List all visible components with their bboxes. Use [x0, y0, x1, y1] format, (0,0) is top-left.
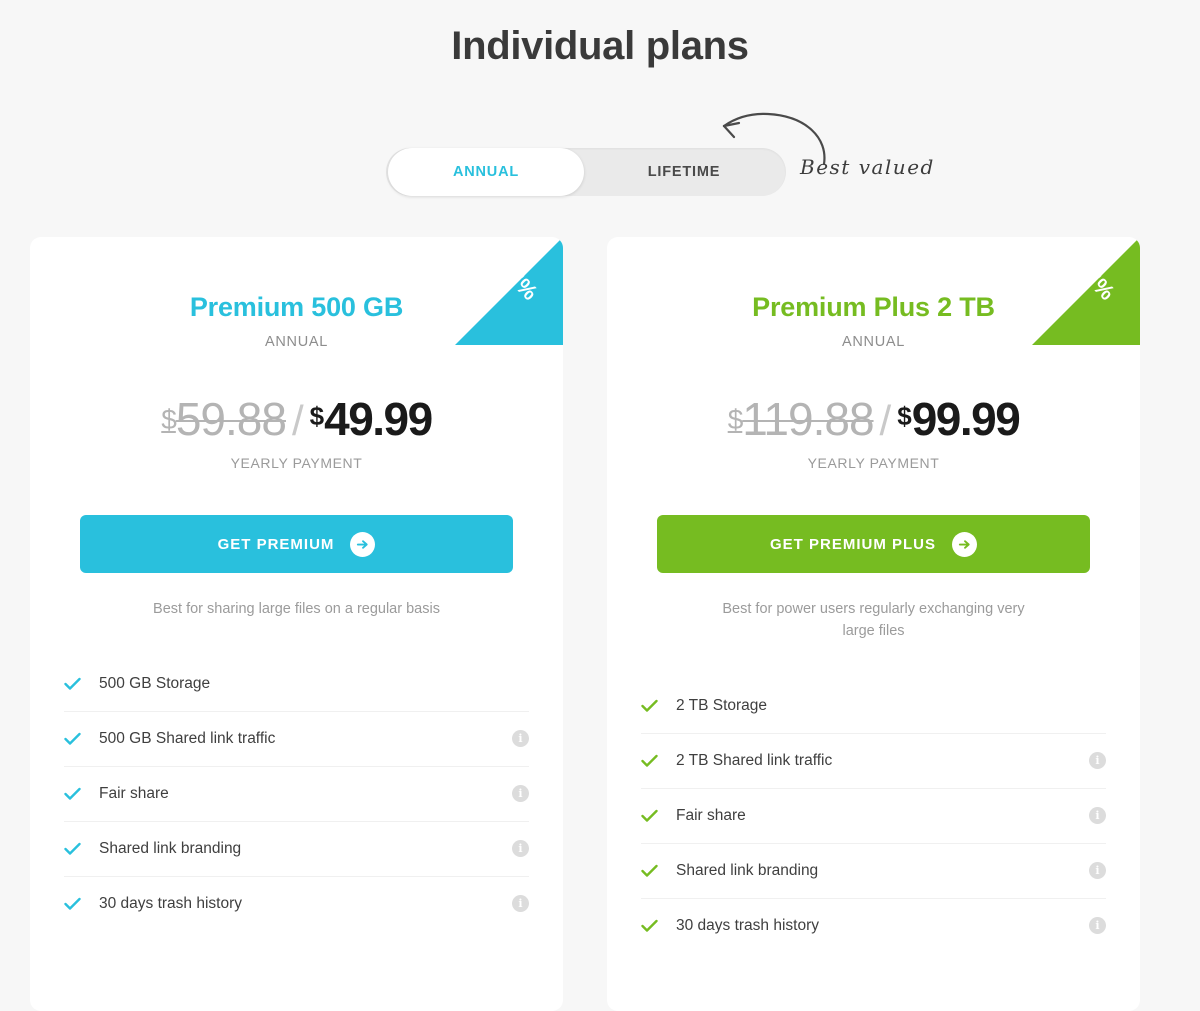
price-row: $59.88/$49.99 [30, 396, 563, 442]
price-row: $119.88/$99.99 [607, 396, 1140, 442]
page-title: Individual plans [451, 24, 749, 68]
price-current: $99.99 [897, 393, 1021, 445]
price-caption: YEARLY PAYMENT [807, 455, 940, 471]
toggle-option-lifetime[interactable]: LIFETIME [584, 148, 784, 196]
feature-label: Shared link branding [676, 861, 819, 879]
price-current: $49.99 [309, 393, 434, 445]
cta-label: GET PREMIUM PLUS [769, 535, 936, 553]
currency-symbol-original: $ [727, 404, 744, 435]
price-original: $119.88 [727, 393, 875, 445]
feature-label: Shared link branding [99, 839, 242, 857]
price-original-value: 119.88 [742, 393, 874, 445]
get-premium-plus-button[interactable]: GET PREMIUM PLUS [657, 515, 1090, 573]
feature-label: 30 days trash history [676, 916, 820, 934]
billing-period-toggle[interactable]: ANNUAL LIFETIME [386, 148, 786, 196]
best-valued-annotation: Best valued [800, 155, 935, 179]
price-current-value: 49.99 [324, 393, 433, 445]
check-icon [64, 732, 90, 746]
feature-item: 2 TB Storage i [641, 679, 1106, 733]
feature-item: Fair share i [64, 765, 529, 821]
plan-card-premium-plus: -17% Premium Plus 2 TB ANNUAL $119.88/$9… [607, 237, 1140, 1011]
feature-item: Fair share i [641, 787, 1106, 843]
feature-label: 2 TB Shared link traffic [676, 751, 833, 769]
cta-label: GET PREMIUM [217, 535, 335, 553]
price-caption: YEARLY PAYMENT [230, 455, 363, 471]
info-icon[interactable]: i [1089, 917, 1106, 934]
info-icon[interactable]: i [1089, 752, 1106, 769]
feature-label: 30 days trash history [99, 894, 243, 912]
info-icon[interactable]: i [1089, 807, 1106, 824]
check-icon [641, 699, 667, 713]
plan-blurb: Best for sharing large files on a regula… [153, 601, 440, 617]
currency-symbol-current: $ [309, 401, 325, 431]
feature-item: 500 GB Storage i [64, 657, 529, 711]
discount-ribbon: -17% [455, 237, 563, 345]
check-icon [64, 897, 90, 911]
plan-card-premium: -17% Premium 500 GB ANNUAL $59.88/$49.99… [30, 237, 563, 1011]
feature-item: 30 days trash history i [641, 897, 1106, 953]
price-current-value: 99.99 [911, 393, 1021, 445]
feature-label: Fair share [99, 784, 169, 802]
feature-item: Shared link branding i [64, 820, 529, 876]
feature-label: Fair share [676, 806, 746, 824]
feature-label: 500 GB Shared link traffic [99, 729, 276, 747]
price-original: $59.88 [161, 393, 287, 445]
feature-label: 500 GB Storage [99, 674, 211, 692]
get-premium-button[interactable]: GET PREMIUM [80, 515, 513, 573]
info-icon[interactable]: i [512, 840, 529, 858]
currency-symbol-current: $ [897, 401, 912, 431]
feature-item: Shared link branding i [641, 842, 1106, 898]
feature-item: 30 days trash history i [64, 875, 529, 931]
info-icon[interactable]: i [1089, 862, 1106, 879]
feature-list: 500 GB Storage i 500 GB Shared link traf… [64, 657, 529, 931]
check-icon [64, 677, 90, 691]
arrow-right-circle-icon [952, 531, 977, 557]
check-icon [64, 842, 90, 856]
feature-item: 500 GB Shared link traffic i [64, 710, 529, 766]
price-separator: / [291, 397, 304, 444]
price-separator: / [879, 397, 892, 444]
info-icon[interactable]: i [512, 730, 529, 748]
feature-label: 2 TB Storage [676, 696, 768, 714]
plan-blurb: Best for power users regularly exchangin… [722, 601, 1025, 639]
plan-card-list: -17% Premium 500 GB ANNUAL $59.88/$49.99… [30, 237, 1170, 1011]
discount-ribbon: -17% [1032, 237, 1140, 345]
toggle-option-annual[interactable]: ANNUAL [388, 148, 584, 196]
check-icon [641, 809, 667, 823]
feature-item: 2 TB Shared link traffic i [641, 732, 1106, 788]
check-icon [641, 754, 667, 768]
price-original-value: 59.88 [175, 393, 287, 445]
check-icon [641, 864, 667, 878]
info-icon[interactable]: i [512, 785, 529, 803]
arrow-right-circle-icon [350, 531, 376, 557]
currency-symbol-original: $ [161, 404, 177, 435]
info-icon[interactable]: i [512, 895, 529, 913]
check-icon [641, 919, 667, 933]
check-icon [64, 787, 90, 801]
feature-list: 2 TB Storage i 2 TB Shared link traffic … [641, 679, 1106, 953]
